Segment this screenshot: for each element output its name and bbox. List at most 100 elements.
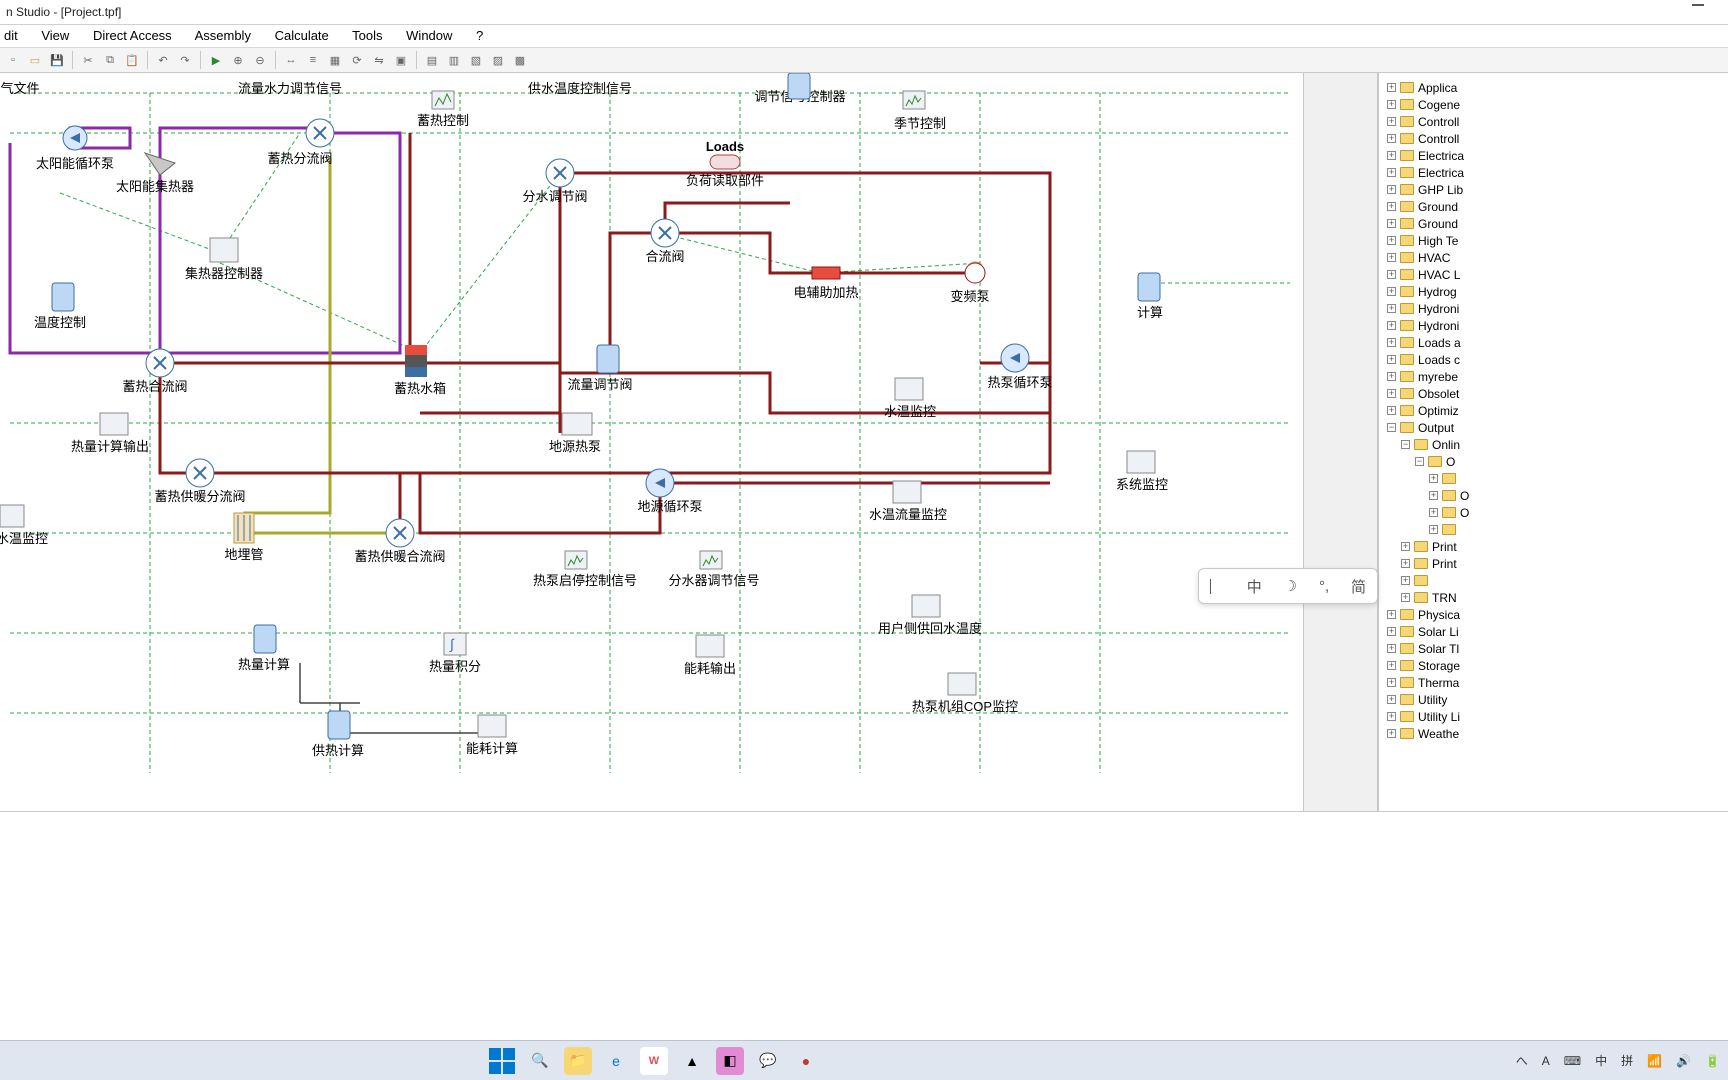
menu-window[interactable]: Window: [406, 28, 452, 43]
menu-view[interactable]: View: [41, 28, 69, 43]
grid-icon[interactable]: ▦: [326, 51, 344, 69]
flip-icon[interactable]: ⇋: [370, 51, 388, 69]
tree-item[interactable]: +Loads a: [1387, 334, 1728, 351]
library-tree[interactable]: +Applica+Cogene+Controll+Controll+Electr…: [1378, 73, 1728, 811]
expand-icon[interactable]: +: [1387, 219, 1396, 228]
expand-icon[interactable]: +: [1387, 134, 1396, 143]
expand-icon[interactable]: +: [1401, 542, 1410, 551]
tray-chevron-icon[interactable]: へ: [1516, 1052, 1528, 1069]
loads-icon[interactable]: [710, 155, 740, 169]
expand-icon[interactable]: +: [1387, 117, 1396, 126]
expand-icon[interactable]: +: [1387, 287, 1396, 296]
ime-simp[interactable]: 简: [1351, 576, 1366, 597]
expand-icon[interactable]: +: [1387, 372, 1396, 381]
expand-icon[interactable]: +: [1387, 729, 1396, 738]
menu-help[interactable]: ?: [476, 28, 483, 43]
expand-icon[interactable]: +: [1387, 202, 1396, 211]
cut-icon[interactable]: ✂: [79, 51, 97, 69]
group-icon[interactable]: ▣: [392, 51, 410, 69]
tree-item[interactable]: −O: [1415, 453, 1728, 470]
cop-monitor-icon[interactable]: [948, 673, 976, 695]
tree-item[interactable]: +TRN: [1401, 589, 1728, 606]
expand-icon[interactable]: +: [1387, 168, 1396, 177]
tree-item[interactable]: +: [1401, 572, 1728, 589]
ime-cn[interactable]: 中: [1247, 576, 1262, 597]
sys-monitor-icon[interactable]: [1127, 451, 1155, 473]
search-icon[interactable]: 🔍: [526, 1047, 554, 1075]
calc-icon-2[interactable]: [1138, 273, 1160, 301]
menu-edit[interactable]: dit: [4, 28, 18, 43]
expand-icon[interactable]: +: [1401, 559, 1410, 568]
menu-assembly[interactable]: Assembly: [195, 28, 251, 43]
tree-item[interactable]: +Therma: [1387, 674, 1728, 691]
layer3-icon[interactable]: ▧: [467, 51, 485, 69]
menu-tools[interactable]: Tools: [352, 28, 382, 43]
tree-item[interactable]: +Storage: [1387, 657, 1728, 674]
trnsys-icon[interactable]: ▲: [678, 1047, 706, 1075]
workspace-canvas[interactable]: 气文件 流量水力调节信号 供水温度控制信号 调节信号控制器 季节控制 太阳能循环…: [0, 73, 1303, 811]
expand-icon[interactable]: +: [1387, 185, 1396, 194]
app1-icon[interactable]: ◧: [716, 1047, 744, 1075]
tree-item[interactable]: +Obsolet: [1387, 385, 1728, 402]
reg-ctrl-icon[interactable]: [788, 73, 810, 99]
tree-item[interactable]: +Weathe: [1387, 725, 1728, 742]
vfd-pump-icon[interactable]: [965, 263, 985, 283]
battery-icon[interactable]: 🔋: [1705, 1054, 1720, 1068]
expand-icon[interactable]: +: [1387, 270, 1396, 279]
align-icon[interactable]: ≡: [304, 51, 322, 69]
redo-icon[interactable]: ↷: [176, 51, 194, 69]
chart-icon-1[interactable]: [432, 91, 454, 109]
tree-item[interactable]: +Print: [1401, 555, 1728, 572]
tree-item[interactable]: +High Te: [1387, 232, 1728, 249]
wifi-icon[interactable]: 📶: [1647, 1054, 1662, 1068]
layer-icon[interactable]: ▤: [423, 51, 441, 69]
tree-item[interactable]: +HVAC: [1387, 249, 1728, 266]
tree-item[interactable]: +Ground: [1387, 198, 1728, 215]
expand-icon[interactable]: +: [1387, 610, 1396, 619]
expand-icon[interactable]: +: [1429, 491, 1438, 500]
tree-item[interactable]: +O: [1429, 487, 1728, 504]
expand-icon[interactable]: +: [1387, 389, 1396, 398]
wechat-icon[interactable]: 💬: [754, 1047, 782, 1075]
expand-icon[interactable]: +: [1387, 661, 1396, 670]
open-icon[interactable]: ▭: [26, 51, 44, 69]
tree-item[interactable]: +Electrica: [1387, 147, 1728, 164]
expand-icon[interactable]: +: [1429, 525, 1438, 534]
tree-item[interactable]: +Cogene: [1387, 96, 1728, 113]
link-icon[interactable]: ↔: [282, 51, 300, 69]
tree-item[interactable]: −Onlin: [1401, 436, 1728, 453]
tree-item[interactable]: +: [1429, 521, 1728, 538]
integral-icon[interactable]: [444, 633, 466, 655]
tree-item[interactable]: +Controll: [1387, 113, 1728, 130]
layer2-icon[interactable]: ▥: [445, 51, 463, 69]
tree-item[interactable]: +HVAC L: [1387, 266, 1728, 283]
layer5-icon[interactable]: ▩: [511, 51, 529, 69]
expand-icon[interactable]: +: [1387, 644, 1396, 653]
tray-lang-a[interactable]: A: [1542, 1054, 1550, 1068]
output-icon-1[interactable]: [100, 413, 128, 435]
tree-item[interactable]: +: [1429, 470, 1728, 487]
wps-icon[interactable]: W: [640, 1047, 668, 1075]
tree-item[interactable]: +Controll: [1387, 130, 1728, 147]
energy-calc-icon[interactable]: [478, 715, 506, 737]
save-icon[interactable]: 💾: [48, 51, 66, 69]
tree-item[interactable]: +GHP Lib: [1387, 181, 1728, 198]
copy-icon[interactable]: ⧉: [101, 51, 119, 69]
ime-degree-icon[interactable]: °,: [1319, 578, 1329, 595]
expand-icon[interactable]: +: [1429, 474, 1438, 483]
tree-item[interactable]: +Electrica: [1387, 164, 1728, 181]
zoomout-icon[interactable]: ⊖: [251, 51, 269, 69]
start-icon[interactable]: [488, 1047, 516, 1075]
supply-calc-icon[interactable]: [328, 711, 350, 739]
menu-direct[interactable]: Direct Access: [93, 28, 172, 43]
minimize-icon[interactable]: [1692, 4, 1704, 6]
expand-icon[interactable]: +: [1387, 253, 1396, 262]
tree-item[interactable]: +Physica: [1387, 606, 1728, 623]
expand-icon[interactable]: +: [1387, 627, 1396, 636]
tree-item[interactable]: +myrebe: [1387, 368, 1728, 385]
components[interactable]: 气文件 流量水力调节信号 供水温度控制信号 调节信号控制器 季节控制 太阳能循环…: [0, 73, 1168, 758]
explorer-icon[interactable]: 📁: [564, 1047, 592, 1075]
tree-item[interactable]: +Hydroni: [1387, 300, 1728, 317]
layer4-icon[interactable]: ▨: [489, 51, 507, 69]
collapse-icon[interactable]: −: [1387, 423, 1396, 432]
